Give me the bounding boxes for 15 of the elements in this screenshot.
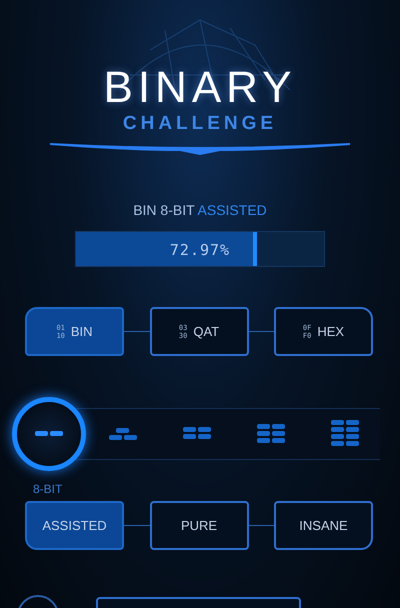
blocks-icon <box>34 430 64 438</box>
logo-title: BINARY <box>103 66 297 110</box>
bit-size-label: 8-BIT <box>33 481 62 494</box>
blocks-icon <box>330 420 360 448</box>
mode-tab[interactable]: ASSISTED <box>25 501 124 550</box>
ring-icon[interactable] <box>17 595 59 608</box>
progress-value: 72.97% <box>168 240 232 261</box>
mode-tab[interactable]: INSANE <box>274 501 373 550</box>
blocks-icon <box>108 428 138 440</box>
bit-size-option[interactable] <box>12 397 86 471</box>
mode-tab[interactable]: PURE <box>150 501 248 550</box>
progress-label: BIN 8-BIT ASSISTED <box>133 201 267 220</box>
logo-subtitle: CHALLENGE <box>122 114 278 133</box>
blocks-icon <box>256 424 286 444</box>
blocks-icon <box>182 427 212 441</box>
